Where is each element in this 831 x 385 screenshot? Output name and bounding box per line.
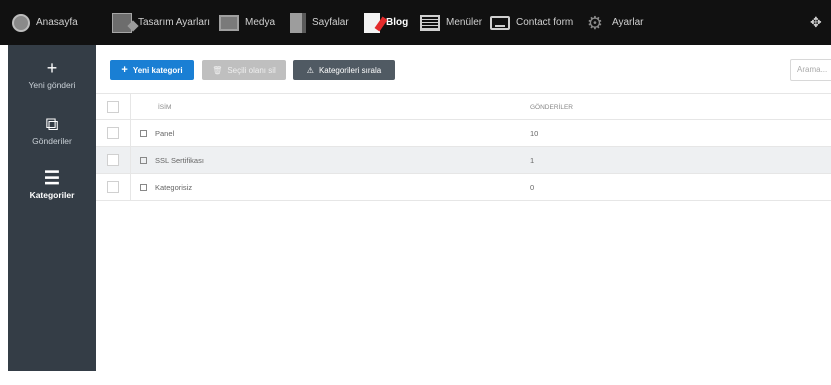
select-all-checkbox[interactable] <box>107 101 119 113</box>
row-checkbox[interactable] <box>107 181 119 193</box>
plus-icon: + <box>121 64 128 76</box>
category-name-text: Panel <box>155 129 175 138</box>
nav-item-blog[interactable]: Blog <box>364 0 408 45</box>
sidebar-item-label: Gönderiler <box>32 136 72 146</box>
sidebar-item-yeni-gonderi[interactable]: + Yeni gönderi <box>8 59 96 90</box>
nav-label: Menüler <box>446 17 483 28</box>
column-header-name[interactable]: İSİM <box>158 94 171 121</box>
nav-label: Medya <box>245 17 276 28</box>
column-divider <box>130 94 131 119</box>
category-name-text: Kategorisiz <box>155 183 193 192</box>
sidebar: + Yeni gönderi ⧉ Gönderiler ☰ Kategorile… <box>8 45 96 371</box>
nav-label: Sayfalar <box>312 17 349 28</box>
folder-icon <box>140 184 147 191</box>
media-icon <box>219 14 239 31</box>
trash-icon: 🗑 <box>212 65 223 75</box>
category-name[interactable]: SSL Sertifikası <box>140 147 204 174</box>
new-category-button[interactable]: + Yeni kategori <box>110 60 194 80</box>
nav-item-menuler[interactable]: Menüler <box>420 0 482 45</box>
table-row[interactable]: SSL Sertifikası 1 <box>96 147 831 174</box>
contact-form-icon <box>490 15 510 30</box>
nav-label: Blog <box>386 17 409 28</box>
table-header-row: İSİM GÖNDERİLER <box>96 93 831 120</box>
plus-icon: + <box>46 58 58 78</box>
list-icon: ☰ <box>43 168 61 188</box>
post-count: 0 <box>530 183 535 192</box>
delete-selected-label: Seçili olanı sil <box>227 65 276 75</box>
nav-label: Tasarım Ayarları <box>138 17 211 28</box>
column-divider <box>130 147 131 173</box>
folder-icon <box>140 130 147 137</box>
posts-icon: ⧉ <box>45 114 59 134</box>
table-row[interactable]: Kategorisiz 0 <box>96 174 831 201</box>
post-count: 1 <box>530 156 535 165</box>
nav-label: Anasayfa <box>36 17 78 28</box>
menu-icon <box>420 14 440 31</box>
sort-categories-button[interactable]: ⚠ Kategorileri sırala <box>293 60 395 80</box>
gear-icon: ⚙ <box>586 12 604 33</box>
nav-item-ayarlar[interactable]: ⚙ Ayarlar <box>584 0 644 45</box>
delete-selected-button[interactable]: 🗑 Seçili olanı sil <box>202 60 286 80</box>
sidebar-item-gonderiler[interactable]: ⧉ Gönderiler <box>8 115 96 146</box>
folder-icon <box>140 157 147 164</box>
table-row[interactable]: Panel 10 <box>96 120 831 147</box>
sitemap-icon: ⚠ <box>306 65 314 75</box>
category-name-text: SSL Sertifikası <box>155 156 204 165</box>
nav-item-medya[interactable]: Medya <box>219 0 275 45</box>
nav-label: Contact form <box>516 17 574 28</box>
move-handle[interactable]: ✥ <box>810 0 822 45</box>
column-header-count[interactable]: GÖNDERİLER <box>530 94 573 121</box>
nav-item-sayfalar[interactable]: Sayfalar <box>290 0 349 45</box>
row-checkbox[interactable] <box>107 127 119 139</box>
column-divider <box>130 120 131 146</box>
blog-icon <box>364 12 380 33</box>
design-icon <box>112 12 132 33</box>
nav-item-contact-form[interactable]: Contact form <box>490 0 573 45</box>
search-input[interactable]: Arama... <box>790 59 831 81</box>
row-checkbox[interactable] <box>107 154 119 166</box>
globe-icon <box>12 13 30 32</box>
sidebar-item-label: Yeni gönderi <box>28 80 76 90</box>
top-navigation-bar: Anasayfa Tasarım Ayarları Medya Sayfalar… <box>0 0 831 45</box>
post-count: 10 <box>530 129 539 138</box>
move-icon: ✥ <box>810 14 822 30</box>
nav-item-tasarim-ayarlari[interactable]: Tasarım Ayarları <box>112 0 210 45</box>
nav-label: Ayarlar <box>612 17 644 28</box>
new-category-label: Yeni kategori <box>132 65 183 75</box>
category-name[interactable]: Kategorisiz <box>140 174 192 201</box>
nav-item-anasayfa[interactable]: Anasayfa <box>12 0 78 45</box>
column-divider <box>130 174 131 200</box>
categories-table: İSİM GÖNDERİLER Panel 10 SSL Sertifikası… <box>96 93 831 201</box>
sort-categories-label: Kategorileri sırala <box>318 65 382 75</box>
sidebar-item-kategoriler[interactable]: ☰ Kategoriler <box>8 169 96 200</box>
sidebar-item-label: Kategoriler <box>29 190 75 200</box>
category-name[interactable]: Panel <box>140 120 174 147</box>
pages-icon <box>290 12 306 33</box>
